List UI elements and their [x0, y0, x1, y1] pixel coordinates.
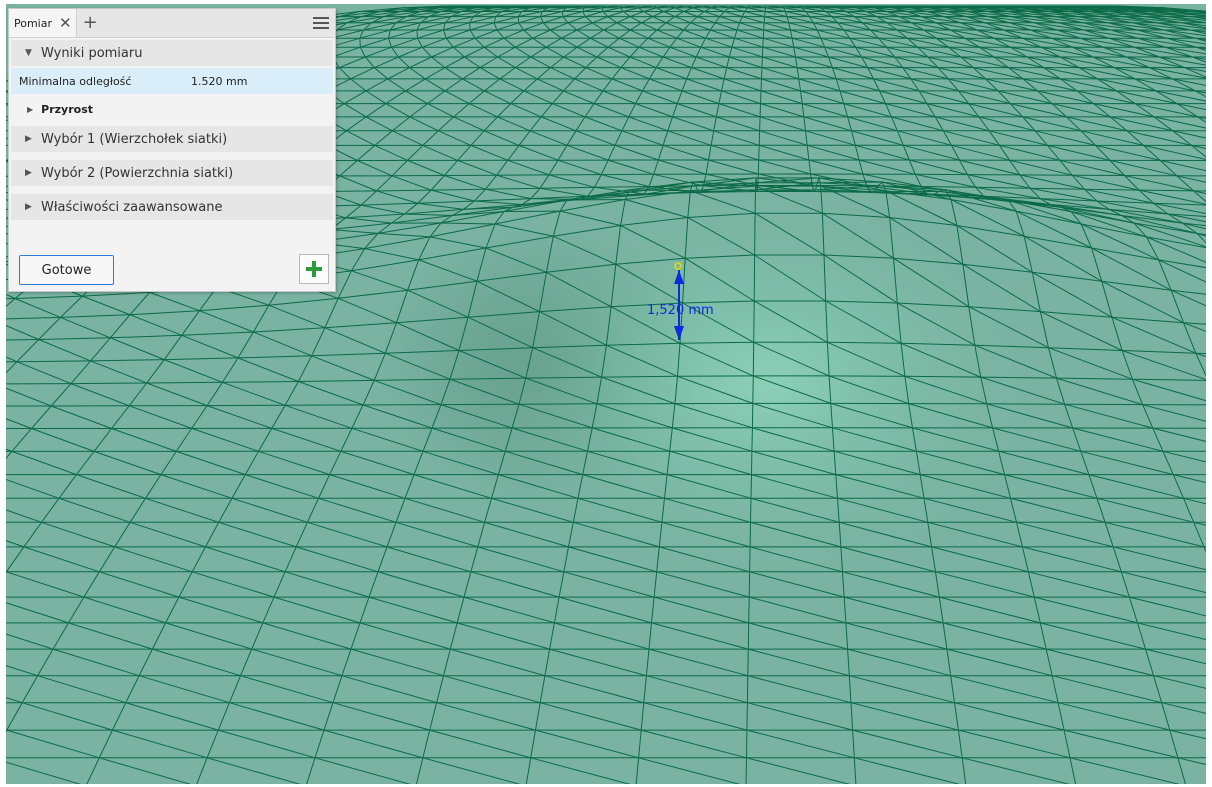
section-measure-results[interactable]: ▼ Wyniki pomiaru	[11, 40, 333, 66]
min-distance-row: Minimalna odległość 1.520 mm	[11, 68, 333, 94]
green-plus-icon[interactable]	[299, 254, 329, 284]
min-distance-value: 1.520 mm	[191, 74, 248, 88]
close-icon[interactable]: ✕	[59, 14, 72, 32]
panel-tab-bar: Pomiar ✕ +	[9, 9, 335, 38]
panel-footer: Gotowe	[9, 251, 335, 291]
section-advanced-properties[interactable]: ▶ Właściwości zaawansowane	[11, 194, 333, 220]
chevron-down-icon: ▼	[25, 48, 32, 58]
section-label: Wybór 2 (Powierzchnia siatki)	[41, 165, 234, 181]
tab-title: Pomiar	[14, 16, 53, 30]
chevron-right-icon: ▶	[27, 104, 34, 114]
chevron-right-icon: ▶	[25, 202, 32, 212]
done-button[interactable]: Gotowe	[19, 255, 114, 285]
hamburger-menu-icon[interactable]	[313, 14, 329, 30]
section-label: Wyniki pomiaru	[41, 45, 143, 61]
section-label: Wybór 1 (Wierzchołek siatki)	[41, 131, 228, 147]
chevron-right-icon: ▶	[25, 134, 32, 144]
measure-panel: Pomiar ✕ + ▼ Wyniki pomiaru Minimalna od…	[8, 8, 336, 292]
chevron-right-icon: ▶	[25, 168, 32, 178]
tab-measure[interactable]: Pomiar ✕	[9, 9, 77, 37]
min-distance-label: Minimalna odległość	[19, 74, 132, 88]
increment-row[interactable]: ▶ Przyrost	[11, 96, 333, 122]
section-selection-2[interactable]: ▶ Wybór 2 (Powierzchnia siatki)	[11, 160, 333, 186]
section-selection-1[interactable]: ▶ Wybór 1 (Wierzchołek siatki)	[11, 126, 333, 152]
section-label: Właściwości zaawansowane	[41, 199, 223, 215]
increment-label: Przyrost	[41, 102, 94, 116]
dimension-label: 1,520 mm	[647, 303, 714, 318]
add-tab-icon[interactable]: +	[83, 14, 98, 32]
